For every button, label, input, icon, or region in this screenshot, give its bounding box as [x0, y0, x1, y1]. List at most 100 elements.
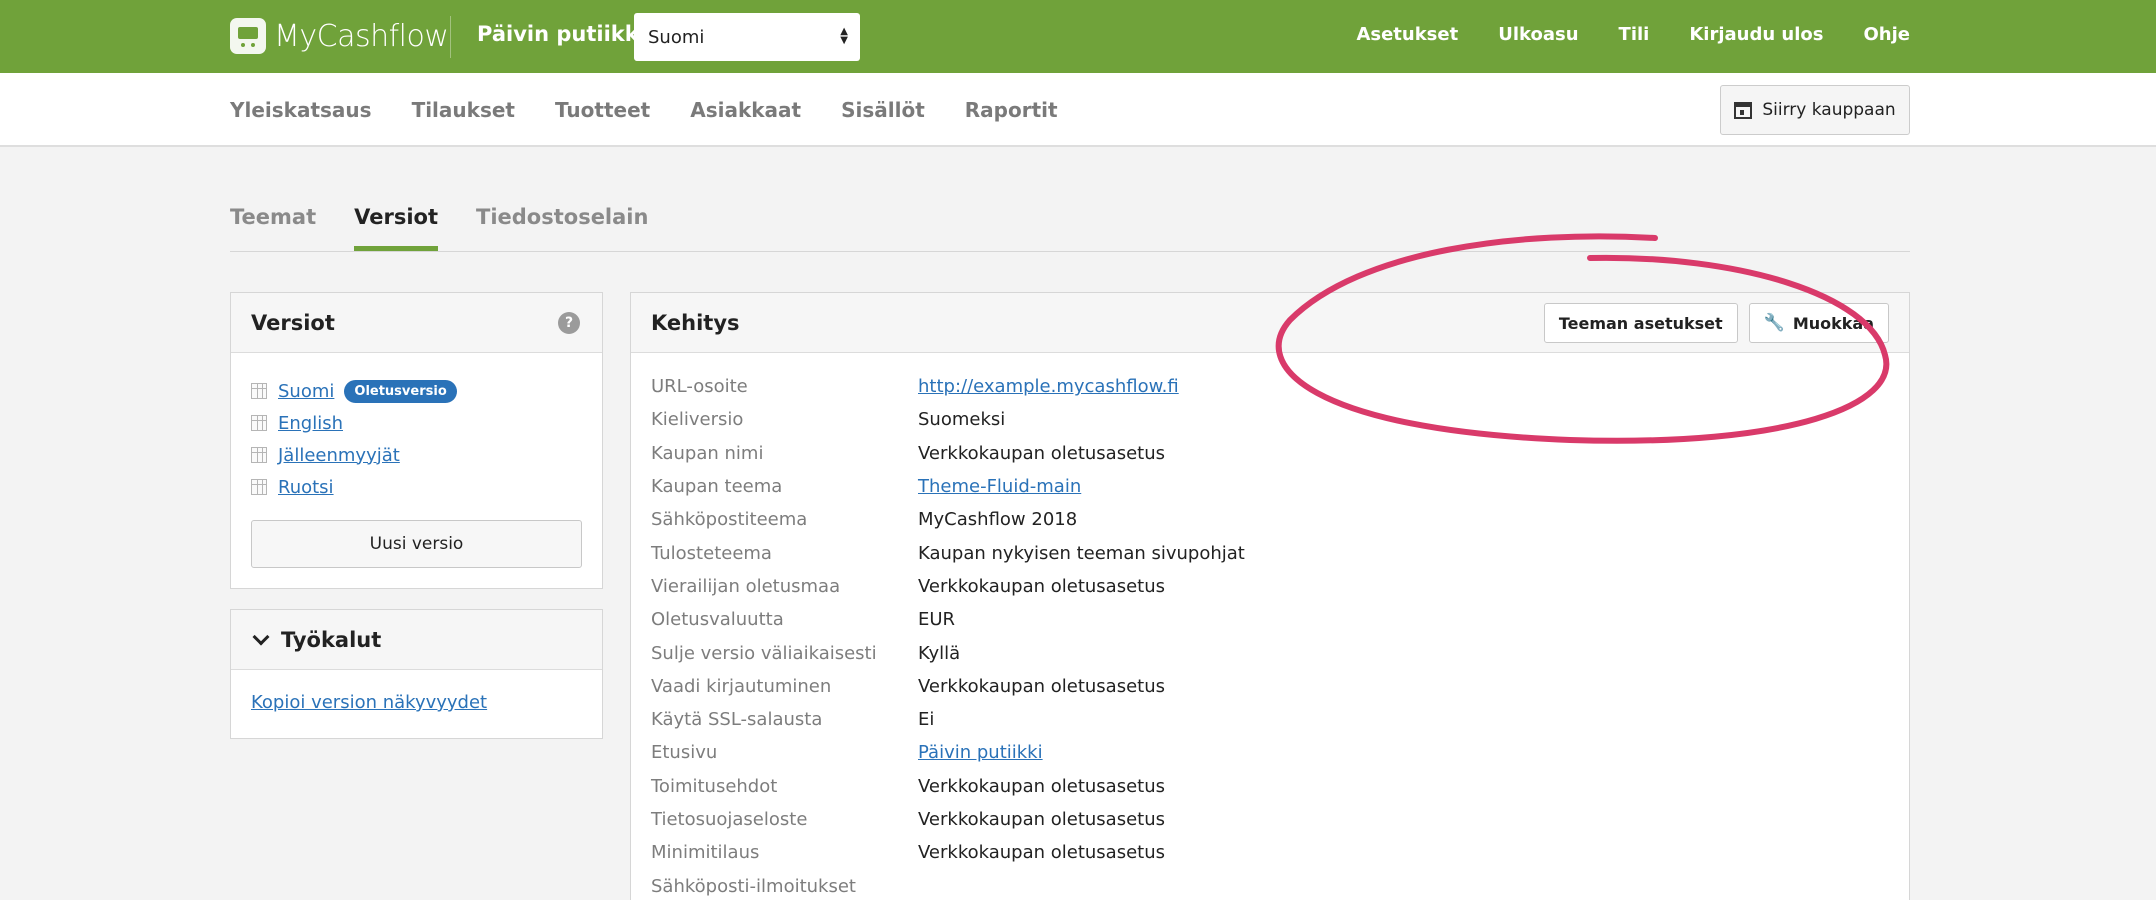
detail-row: Kieliversio Suomeksi: [651, 403, 1889, 436]
detail-label: Vierailijan oletusmaa: [651, 575, 841, 597]
subnav-raportit[interactable]: Raportit: [965, 98, 1058, 122]
detail-label: Kieliversio: [651, 409, 744, 431]
detail-value: Verkkokaupan oletusasetus: [918, 575, 1165, 597]
detail-value: Ei: [918, 709, 935, 731]
detail-row: Oletusvaluutta EUR: [651, 603, 1889, 636]
detail-row: Etusivu Päivin putiikki: [651, 736, 1889, 769]
version-details-title: Kehitys: [651, 310, 740, 335]
detail-label: Sähköposti-ilmoitukset: [651, 875, 856, 897]
subnav-yleiskatsaus[interactable]: Yleiskatsaus: [230, 98, 372, 122]
versions-panel-header: Versiot ?: [231, 293, 602, 353]
version-details-panel: Kehitys Teeman asetukset 🔧 Muokkaa URL-o…: [630, 292, 1910, 900]
version-link-english[interactable]: English: [278, 413, 343, 434]
detail-value: Verkkokaupan oletusasetus: [918, 775, 1165, 797]
detail-row: Kaupan teema Theme-Fluid-main: [651, 470, 1889, 503]
detail-value: Verkkokaupan oletusasetus: [918, 842, 1165, 864]
detail-value: Kaupan nykyisen teeman sivupohjat: [918, 542, 1245, 564]
version-link-jalleenmyyjat[interactable]: Jälleenmyyjät: [278, 445, 400, 466]
detail-value: Verkkokaupan oletusasetus: [918, 809, 1165, 830]
tools-panel-header[interactable]: Työkalut: [231, 610, 602, 670]
detail-label: Sulje versio väliaikaisesti: [651, 642, 877, 664]
subnav-tilaukset[interactable]: Tilaukset: [412, 98, 515, 122]
detail-row: Käytä SSL-salausta Ei: [651, 703, 1889, 736]
detail-label: Oletusvaluutta: [651, 609, 784, 631]
detail-label: Tulosteteema: [651, 542, 772, 564]
version-item-suomi: Suomi Oletusversio: [251, 375, 582, 407]
version-item-ruotsi: Ruotsi: [251, 471, 582, 503]
detail-row: Sähköpostiteema MyCashflow 2018: [651, 503, 1889, 536]
detail-row: Tulosteteema Kaupan nykyisen teeman sivup…: [651, 536, 1889, 569]
detail-row: Vierailijan oletusmaa Verkkokaupan oletus…: [651, 570, 1889, 603]
versions-panel-title: Versiot: [251, 310, 335, 335]
detail-label: Kaupan teema: [651, 476, 783, 498]
wrench-icon: 🔧: [1763, 313, 1785, 333]
detail-row: Kaupan nimi Verkkokaupan oletusasetus: [651, 437, 1889, 470]
detail-label: Minimitilaus: [651, 842, 760, 864]
detail-row: Sulje versio väliaikaisesti Kyllä: [651, 636, 1889, 669]
nav-asetukset[interactable]: Asetukset: [1356, 24, 1458, 45]
new-version-button[interactable]: Uusi versio: [251, 520, 582, 568]
detail-value-link[interactable]: Theme-Fluid-main: [918, 476, 1081, 497]
detail-value: Suomeksi: [918, 409, 1006, 431]
detail-row: Minimitilaus Verkkokaupan oletusasetus: [651, 836, 1889, 869]
detail-label: Etusivu: [651, 742, 718, 764]
detail-row: Sähköposti-ilmoitukset: [651, 869, 1889, 900]
versions-panel: Versiot ? Suomi Oletusversio English Jäl…: [230, 292, 603, 589]
detail-label: Tietosuojaseloste: [651, 809, 808, 830]
select-arrows-icon: ▲ ▼: [840, 26, 848, 46]
theme-tabs: Teemat Versiot Tiedostoselain: [230, 205, 686, 252]
detail-value: Kyllä: [918, 642, 961, 664]
detail-value: Verkkokaupan oletusasetus: [918, 442, 1165, 464]
theme-settings-button[interactable]: Teeman asetukset: [1543, 303, 1738, 343]
tab-versiot[interactable]: Versiot: [354, 205, 438, 252]
chevron-down-icon: [252, 628, 270, 645]
detail-label: Toimitusehdot: [651, 775, 778, 797]
detail-value-link[interactable]: Päivin putiikki: [918, 742, 1043, 763]
detail-label: Käytä SSL-salausta: [651, 709, 823, 731]
go-to-store-label: Siirry kauppaan: [1762, 100, 1896, 120]
detail-label: Sähköpostiteema: [651, 509, 808, 531]
help-icon[interactable]: ?: [558, 312, 580, 334]
version-table-icon: [251, 415, 267, 431]
version-table-icon: [251, 447, 267, 463]
tab-teemat[interactable]: Teemat: [230, 205, 316, 249]
copy-visibility-link[interactable]: Kopioi version näkyvyydet: [251, 692, 487, 713]
subnav-asiakkaat[interactable]: Asiakkaat: [690, 98, 801, 122]
logo[interactable]: MyCashflow: [230, 17, 449, 55]
nav-ohje[interactable]: Ohje: [1864, 24, 1911, 45]
sub-nav: Yleiskatsaus Tilaukset Tuotteet Asiakkaa…: [0, 73, 2156, 147]
detail-row: Tietosuojaseloste Verkkokaupan oletusaset…: [651, 803, 1889, 836]
top-nav: Asetukset Ulkoasu Tili Kirjaudu ulos Ohj…: [1316, 24, 1910, 45]
version-item-jalleenmyyjat: Jälleenmyyjät: [251, 439, 582, 471]
subnav-sisallot[interactable]: Sisällöt: [841, 98, 925, 122]
detail-value: MyCashflow 2018: [918, 509, 1078, 531]
subnav-tuotteet[interactable]: Tuotteet: [555, 98, 650, 122]
version-link-ruotsi[interactable]: Ruotsi: [278, 477, 334, 498]
version-item-english: English: [251, 407, 582, 439]
detail-value: EUR: [918, 609, 956, 631]
nav-ulkoasu[interactable]: Ulkoasu: [1498, 24, 1578, 45]
version-table-icon: [251, 479, 267, 495]
tools-panel: Työkalut Kopioi version näkyvyydet: [230, 609, 603, 739]
version-table-icon: [251, 383, 267, 399]
tab-tiedostoselain[interactable]: Tiedostoselain: [476, 205, 648, 249]
nav-kirjaudu-ulos[interactable]: Kirjaudu ulos: [1689, 24, 1823, 45]
edit-button-label: Muokkaa: [1792, 313, 1874, 333]
default-version-badge: Oletusversio: [344, 379, 457, 403]
language-select[interactable]: Suomi ▲ ▼: [634, 13, 860, 61]
nav-tili[interactable]: Tili: [1619, 24, 1650, 45]
go-to-store-button[interactable]: Siirry kauppaan: [1720, 85, 1910, 135]
store-icon: [1734, 101, 1753, 119]
version-link-suomi[interactable]: Suomi: [278, 381, 334, 402]
shop-name: Päivin putiikki: [477, 22, 646, 46]
detail-row: URL-osoite http://example.mycashflow.fi: [651, 370, 1889, 403]
cart-logo-icon: [230, 18, 266, 54]
detail-value-link[interactable]: http://example.mycashflow.fi: [918, 376, 1179, 397]
logo-text: MyCashflow: [274, 18, 449, 54]
edit-button[interactable]: 🔧 Muokkaa: [1748, 303, 1889, 343]
detail-row: Vaadi kirjautuminen Verkkokaupan oletusas…: [651, 670, 1889, 703]
detail-value: Verkkokaupan oletusasetus: [918, 675, 1165, 697]
version-list: Suomi Oletusversio English Jälleenmyyjät…: [231, 353, 602, 503]
detail-label: Vaadi kirjautuminen: [651, 675, 832, 697]
version-details-header: Kehitys Teeman asetukset 🔧 Muokkaa: [631, 293, 1909, 353]
